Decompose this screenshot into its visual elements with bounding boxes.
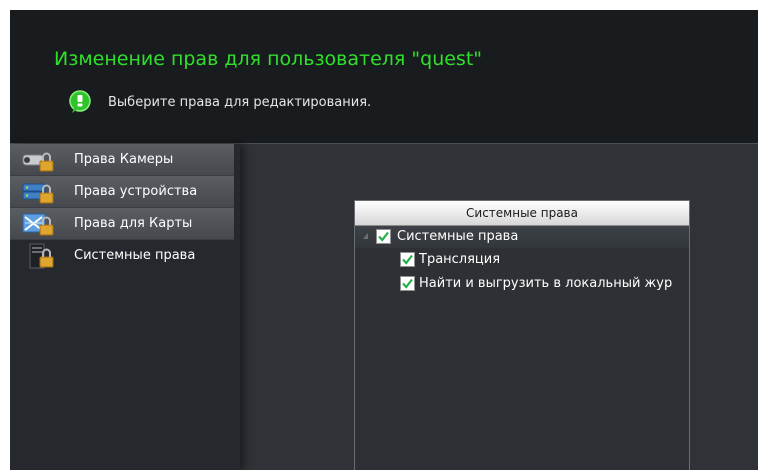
- tree-label-root: Системные права: [397, 229, 519, 244]
- camera-lock-icon: [22, 152, 54, 172]
- device-lock-icon: [22, 183, 54, 204]
- map-lock-icon: [22, 213, 54, 236]
- sidebar-item-camera-rights[interactable]: Права Камеры: [10, 144, 234, 176]
- sidebar-item-label: Права устройства: [74, 184, 198, 199]
- panel-header-label: Системные права: [466, 206, 578, 220]
- panel-header: Системные права: [355, 201, 689, 226]
- dialog-hint: Выберите права для редактирования.: [108, 95, 372, 110]
- sidebar-item-system-rights[interactable]: Системные права: [10, 240, 234, 271]
- dialog-title: Изменение прав для пользователя "quest": [54, 48, 483, 70]
- tree-label-child: Найти и выгрузить в локальный жур: [419, 276, 673, 291]
- permissions-window: Изменение прав для пользователя "quest" …: [10, 10, 758, 470]
- dialog-header: Изменение прав для пользователя "quest" …: [10, 10, 758, 144]
- tree-checkbox-child[interactable]: [400, 252, 415, 267]
- tree-label-child: Трансляция: [419, 252, 501, 267]
- tree-checkbox-child[interactable]: [400, 276, 415, 291]
- tree-row-root[interactable]: Системные права: [355, 226, 689, 248]
- checkmark-icon: [402, 254, 413, 265]
- permissions-sidebar: Права Камеры Права устройства Права для: [10, 144, 240, 470]
- sidebar-item-label: Системные права: [74, 248, 196, 263]
- system-rights-panel: Системные права Системные права Трансляц…: [354, 200, 690, 470]
- info-icon: [69, 90, 91, 113]
- tree-checkbox-root[interactable]: [376, 229, 391, 244]
- sidebar-item-map-rights[interactable]: Права для Карты: [10, 208, 234, 240]
- tree-row-child[interactable]: Найти и выгрузить в локальный жур: [355, 273, 689, 295]
- sidebar-item-device-rights[interactable]: Права устройства: [10, 176, 234, 208]
- system-lock-icon: [29, 243, 54, 269]
- checkmark-icon: [378, 231, 389, 242]
- tree-expander-icon[interactable]: [363, 233, 368, 239]
- tree-row-child[interactable]: Трансляция: [355, 249, 689, 271]
- sidebar-item-label: Права Камеры: [74, 152, 174, 167]
- checkmark-icon: [402, 278, 413, 289]
- sidebar-item-label: Права для Карты: [74, 216, 193, 231]
